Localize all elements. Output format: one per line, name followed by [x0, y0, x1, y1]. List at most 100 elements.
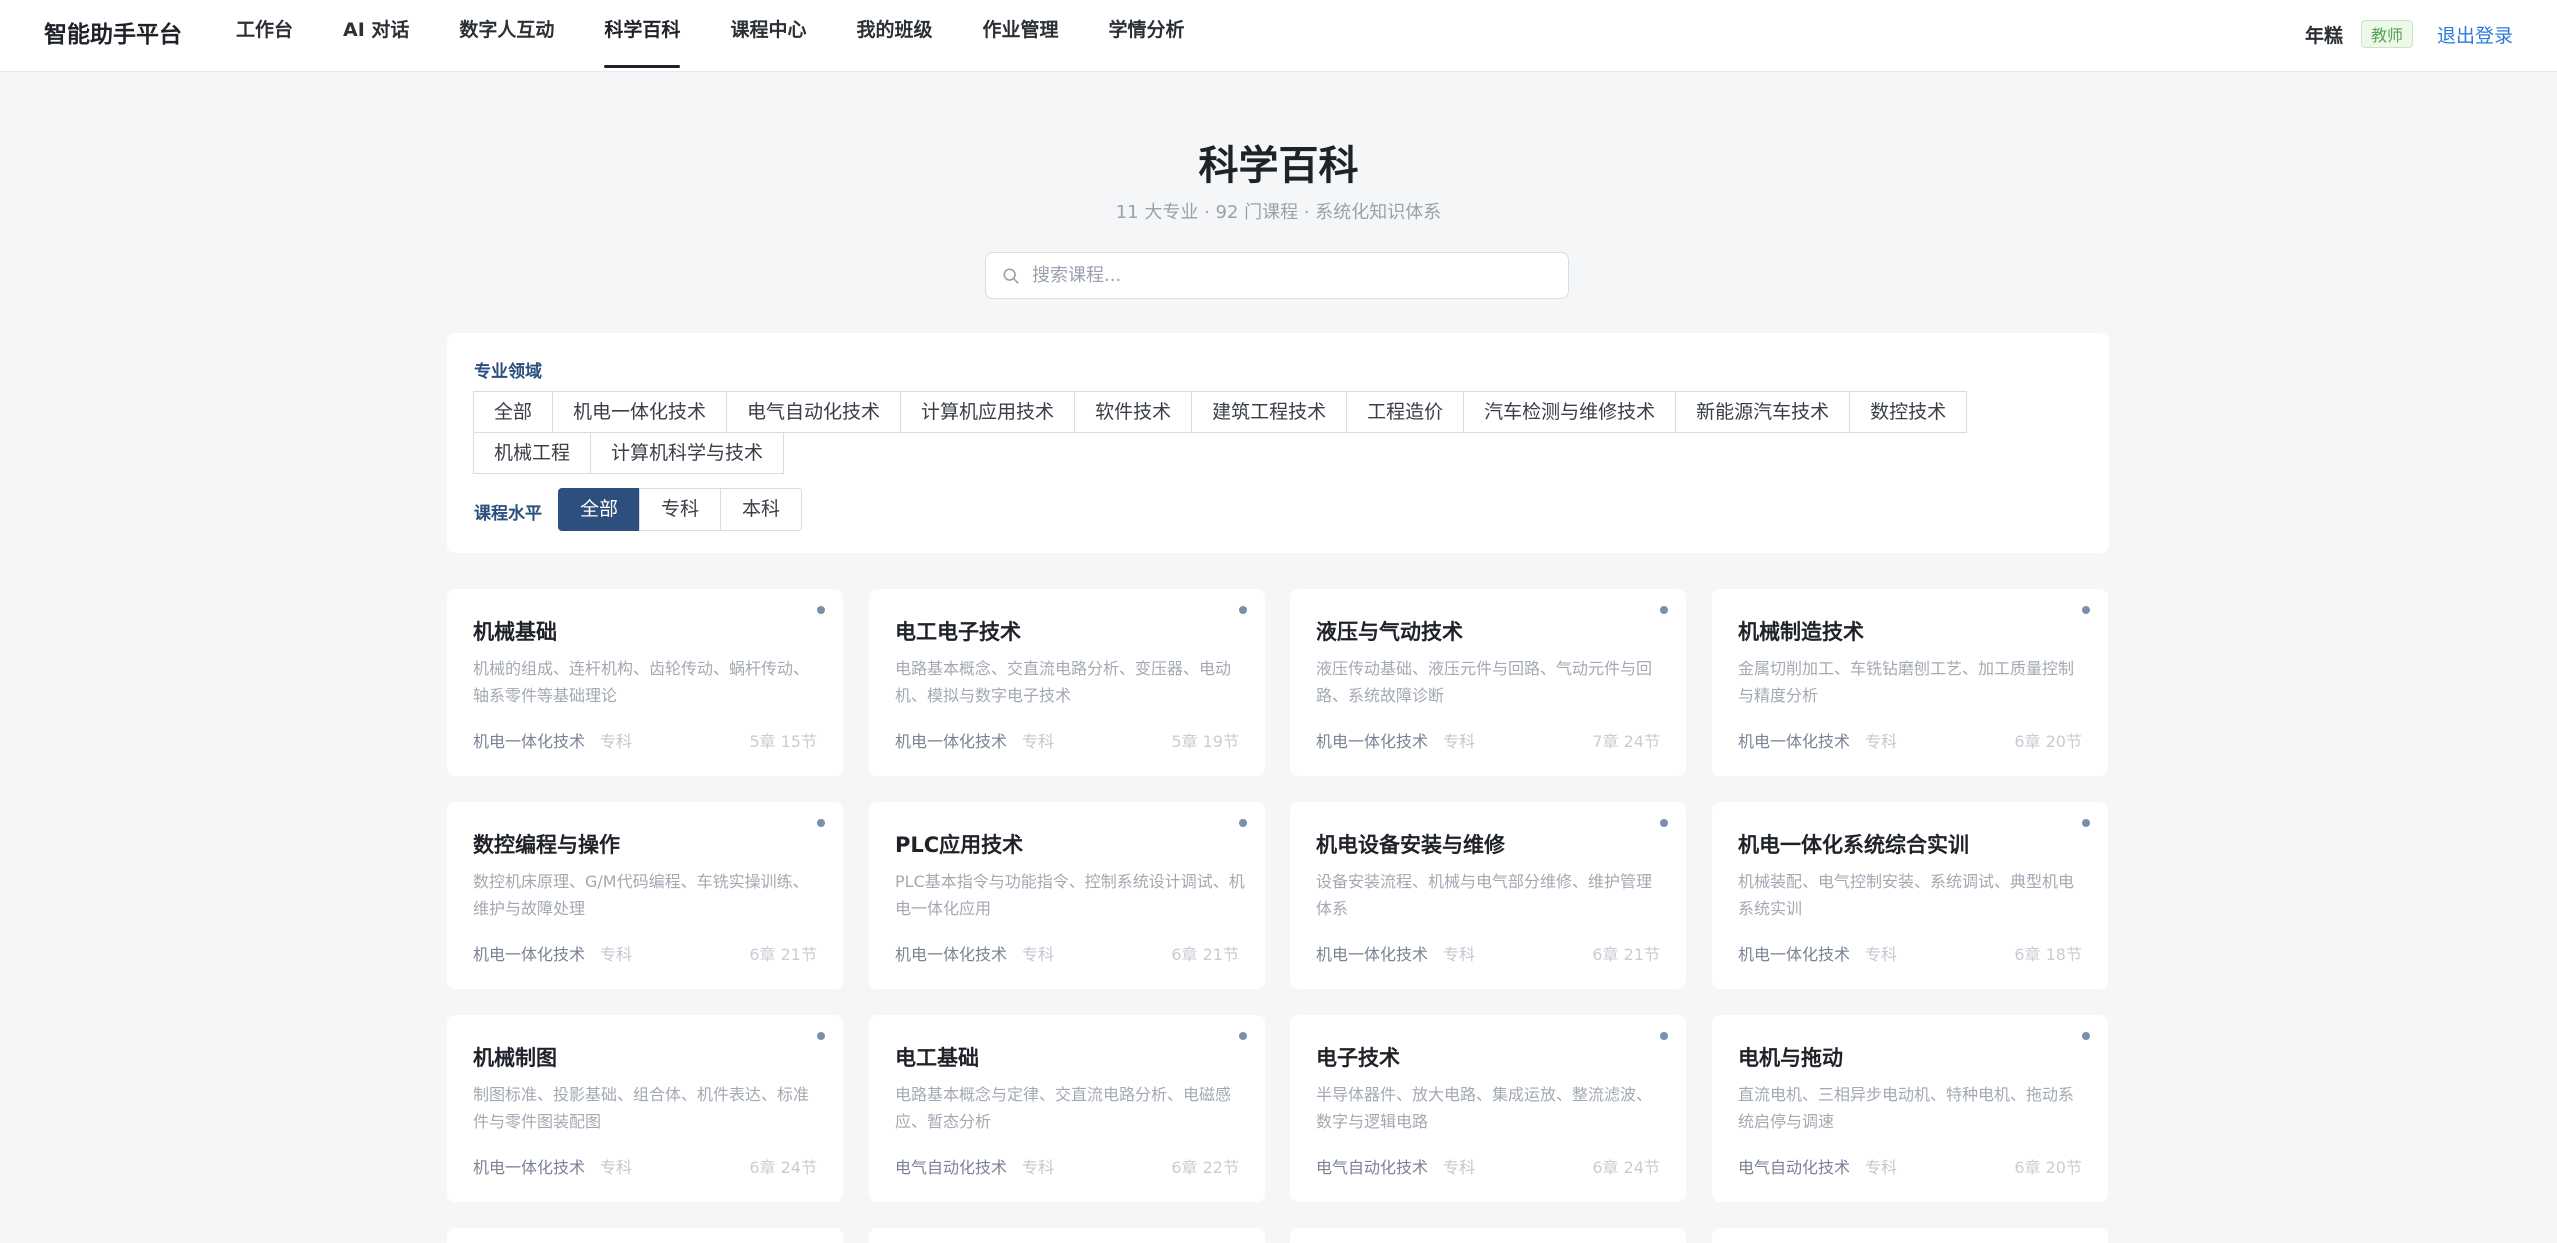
nav-item-workbench[interactable]: 工作台 [236, 0, 293, 72]
search-icon [1003, 267, 1019, 284]
course-description: 电路基本概念与定律、交直流电路分析、电磁感应、暂态分析 [895, 1085, 1232, 1131]
course-description: 设备安装流程、机械与电气部分维修、维护管理体系 [1316, 872, 1653, 918]
field-chip-mechatronics[interactable]: 机电一体化技术 [552, 391, 728, 433]
nav-item-learning-analytics[interactable]: 学情分析 [1108, 0, 1184, 72]
course-chapter-count: 5章 19节 [1171, 732, 1239, 751]
course-major: 机电一体化技术 [473, 732, 586, 751]
course-title: 机械基础 [473, 620, 557, 644]
field-chip-building-engineering[interactable]: 建筑工程技术 [1191, 391, 1348, 433]
status-dot [1660, 819, 1668, 827]
course-chapter-count: 6章 22节 [1171, 1158, 1239, 1177]
course-card-partial[interactable] [1290, 1228, 1686, 1243]
course-card[interactable]: 电机与拖动 直流电机、三相异步电动机、特种电机、拖动系统启停与调速 电气自动化技… [1712, 1015, 2108, 1202]
course-meta: 电气自动化技术 专科 6章 22节 [895, 1156, 1239, 1180]
field-chip-mechanical-engineering[interactable]: 机械工程 [473, 432, 592, 474]
status-dot [1660, 606, 1668, 614]
course-card-partial[interactable] [869, 1228, 1265, 1243]
course-description: PLC基本指令与功能指令、控制系统设计调试、机电一体化应用 [895, 872, 1245, 918]
nav-item-my-classes[interactable]: 我的班级 [856, 0, 932, 72]
course-card[interactable]: 机电一体化系统综合实训 机械装配、电气控制安装、系统调试、典型机电系统实训 机电… [1712, 802, 2108, 989]
course-title: 电机与拖动 [1738, 1046, 1843, 1070]
status-dot [817, 1032, 825, 1040]
course-card[interactable]: 电工电子技术 电路基本概念、交直流电路分析、变压器、电动机、模拟与数字电子技术 … [869, 589, 1265, 776]
field-chip-cnc[interactable]: 数控技术 [1849, 391, 1968, 433]
course-meta: 机电一体化技术 专科 5章 15节 [473, 730, 817, 754]
course-description: 数控机床原理、G/M代码编程、车铣实操训练、维护与故障处理 [473, 872, 809, 918]
course-chapter-count: 6章 24节 [1592, 1158, 1660, 1177]
course-description: 液压传动基础、液压元件与回路、气动元件与回路、系统故障诊断 [1316, 659, 1653, 705]
nav-item-science-encyclopedia[interactable]: 科学百科 [604, 0, 681, 72]
course-card[interactable]: 电工基础 电路基本概念与定律、交直流电路分析、电磁感应、暂态分析 电气自动化技术… [869, 1015, 1265, 1202]
main-nav: 工作台 AI 对话 数字人互动 科学百科 课程中心 我的班级 作业管理 学情分析 [236, 0, 1235, 72]
course-title: 机械制造技术 [1738, 620, 1864, 644]
course-description: 金属切削加工、车铣钻磨刨工艺、加工质量控制与精度分析 [1738, 659, 2075, 705]
user-name: 年糕 [2304, 24, 2343, 47]
course-card[interactable]: 机械制造技术 金属切削加工、车铣钻磨刨工艺、加工质量控制与精度分析 机电一体化技… [1712, 589, 2108, 776]
course-level: 专科 [1022, 732, 1055, 751]
brand-logo[interactable]: 智能助手平台 [44, 18, 182, 52]
status-dot [2082, 606, 2090, 614]
course-title: 液压与气动技术 [1316, 620, 1463, 644]
course-chapter-count: 6章 21节 [1171, 945, 1239, 964]
course-level: 专科 [1865, 945, 1898, 964]
course-major: 机电一体化技术 [1316, 732, 1429, 751]
course-card[interactable]: 机械基础 机械的组成、连杆机构、齿轮传动、蜗杆传动、轴系零件等基础理论 机电一体… [447, 589, 843, 776]
search-box[interactable] [985, 252, 1569, 299]
nav-item-digital-human[interactable]: 数字人互动 [459, 0, 554, 72]
course-card[interactable]: 电子技术 半导体器件、放大电路、集成运放、整流滤波、数字与逻辑电路 电气自动化技… [1290, 1015, 1686, 1202]
level-button-junior-college[interactable]: 专科 [639, 488, 722, 531]
course-level: 专科 [1865, 732, 1898, 751]
filter-panel: 专业领域 全部 机电一体化技术 电气自动化技术 计算机应用技术 软件技术 建筑工… [447, 333, 2109, 553]
course-major: 电气自动化技术 [1738, 1158, 1851, 1177]
course-meta: 机电一体化技术 专科 6章 21节 [895, 943, 1239, 967]
course-title: 电工电子技术 [895, 620, 1021, 644]
course-description: 电路基本概念、交直流电路分析、变压器、电动机、模拟与数字电子技术 [895, 659, 1232, 705]
level-filter-label: 课程水平 [474, 504, 542, 524]
course-major: 机电一体化技术 [1316, 945, 1429, 964]
status-dot [817, 819, 825, 827]
course-title: 机电设备安装与维修 [1316, 833, 1505, 857]
course-card-partial[interactable] [447, 1228, 843, 1243]
page-subtitle: 11 大专业 · 92 门课程 · 系统化知识体系 [1115, 202, 1442, 223]
course-card[interactable]: 机械制图 制图标准、投影基础、组合体、机件表达、标准件与零件图装配图 机电一体化… [447, 1015, 843, 1202]
field-chip-all[interactable]: 全部 [473, 391, 554, 433]
top-navbar: 智能助手平台 工作台 AI 对话 数字人互动 科学百科 课程中心 我的班级 作业… [0, 0, 2557, 72]
status-dot [1660, 1032, 1668, 1040]
nav-item-ai-chat[interactable]: AI 对话 [343, 0, 409, 72]
field-chip-electrical-automation[interactable]: 电气自动化技术 [726, 391, 902, 433]
status-dot [1239, 1032, 1247, 1040]
course-card-partial[interactable] [1712, 1228, 2108, 1243]
field-chip-new-energy-vehicle[interactable]: 新能源汽车技术 [1675, 391, 1851, 433]
course-meta: 机电一体化技术 专科 5章 19节 [895, 730, 1239, 754]
course-meta: 机电一体化技术 专科 7章 24节 [1316, 730, 1660, 754]
field-chip-computer-science[interactable]: 计算机科学与技术 [590, 432, 785, 474]
level-button-all[interactable]: 全部 [558, 488, 641, 531]
course-level: 专科 [1443, 732, 1476, 751]
course-chapter-count: 6章 21节 [1592, 945, 1660, 964]
course-description: 机械装配、电气控制安装、系统调试、典型机电系统实训 [1738, 872, 2075, 918]
course-description: 半导体器件、放大电路、集成运放、整流滤波、数字与逻辑电路 [1316, 1085, 1653, 1131]
course-card[interactable]: 机电设备安装与维修 设备安装流程、机械与电气部分维修、维护管理体系 机电一体化技… [1290, 802, 1686, 989]
course-chapter-count: 5章 15节 [749, 732, 817, 751]
field-chip-cost-engineering[interactable]: 工程造价 [1346, 391, 1465, 433]
role-badge: 教师 [2360, 20, 2413, 48]
course-chapter-count: 6章 21节 [749, 945, 817, 964]
field-chip-software[interactable]: 软件技术 [1074, 391, 1193, 433]
course-chapter-count: 6章 20节 [2014, 1158, 2082, 1177]
course-title: PLC应用技术 [895, 833, 1024, 857]
course-card[interactable]: 数控编程与操作 数控机床原理、G/M代码编程、车铣实操训练、维护与故障处理 机电… [447, 802, 843, 989]
logout-link[interactable]: 退出登录 [2437, 21, 2513, 48]
level-button-undergraduate[interactable]: 本科 [720, 488, 803, 531]
field-chip-auto-repair[interactable]: 汽车检测与维修技术 [1463, 391, 1677, 433]
course-major: 机电一体化技术 [473, 945, 586, 964]
field-chip-computer-application[interactable]: 计算机应用技术 [900, 391, 1076, 433]
search-input[interactable] [1032, 265, 1568, 286]
course-major: 机电一体化技术 [1738, 732, 1851, 751]
course-major: 机电一体化技术 [473, 1158, 586, 1177]
course-title: 机械制图 [473, 1046, 557, 1070]
course-card[interactable]: 液压与气动技术 液压传动基础、液压元件与回路、气动元件与回路、系统故障诊断 机电… [1290, 589, 1686, 776]
nav-item-homework[interactable]: 作业管理 [982, 0, 1058, 72]
course-card[interactable]: PLC应用技术 PLC基本指令与功能指令、控制系统设计调试、机电一体化应用 机电… [869, 802, 1265, 989]
course-major: 机电一体化技术 [1738, 945, 1851, 964]
nav-item-course-center[interactable]: 课程中心 [730, 0, 806, 72]
